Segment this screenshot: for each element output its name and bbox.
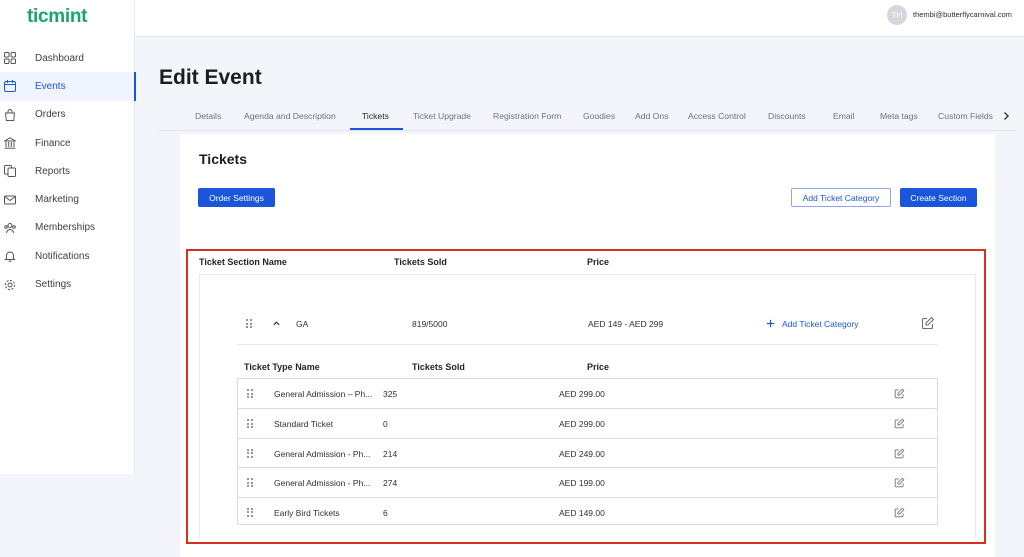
tickets-title: Tickets (199, 151, 247, 167)
sidebar-item-events[interactable]: Events (0, 72, 136, 101)
highlight-box (186, 249, 986, 544)
tab-custom-fields[interactable]: Custom Fields (938, 111, 996, 121)
sidebar-item-orders[interactable]: Orders (0, 101, 135, 129)
bag-icon (4, 108, 16, 121)
users-icon (4, 222, 16, 234)
grid-icon (4, 52, 16, 65)
bell-icon (4, 251, 16, 263)
tab-details[interactable]: Details (195, 111, 221, 121)
chevron-right-icon[interactable] (1000, 110, 1012, 122)
tab-meta-tags[interactable]: Meta tags (880, 111, 918, 121)
tab-email[interactable]: Email (833, 111, 855, 121)
bank-icon (4, 137, 16, 149)
sidebar-item-label: Settings (35, 279, 72, 291)
create-section-button[interactable]: Create Section (900, 188, 977, 207)
event-tabs: Details Agenda and Description Tickets T… (159, 104, 1016, 131)
sidebar-item-label: Orders (35, 109, 66, 121)
sidebar-item-memberships[interactable]: Memberships (0, 214, 135, 242)
tab-registration-form[interactable]: Registration Form (493, 111, 561, 121)
sidebar-item-finance[interactable]: Finance (0, 129, 135, 157)
sidebar-item-label: Finance (35, 137, 71, 149)
add-ticket-category-button[interactable]: Add Ticket Category (791, 188, 891, 207)
calendar-icon (4, 80, 16, 93)
order-settings-button[interactable]: Order Settings (198, 188, 275, 207)
sidebar-nav: Dashboard Events Orders Finance Reports … (0, 44, 136, 299)
sidebar-item-reports[interactable]: Reports (0, 157, 135, 185)
tab-agenda-description[interactable]: Agenda and Description (244, 111, 336, 121)
sidebar-item-label: Memberships (35, 222, 96, 234)
sidebar-item-settings[interactable]: Settings (0, 270, 135, 298)
mail-icon (4, 195, 16, 205)
tab-add-ons[interactable]: Add Ons (635, 111, 668, 121)
sidebar-item-label: Events (35, 80, 66, 92)
tab-ticket-upgrade[interactable]: Ticket Upgrade (413, 111, 471, 121)
user-email[interactable]: thembi@butterflycarnival.com (913, 10, 1012, 19)
sidebar-item-notifications[interactable]: Notifications (0, 242, 135, 270)
tab-access-control[interactable]: Access Control (688, 111, 746, 121)
app-logo[interactable]: ticmint (27, 6, 87, 28)
sidebar-item-label: Notifications (35, 250, 90, 262)
sidebar-item-marketing[interactable]: Marketing (0, 185, 135, 213)
gear-icon (4, 279, 16, 290)
sidebar: ticmint Dashboard Events Orders Finance … (0, 0, 136, 474)
sidebar-item-label: Marketing (35, 194, 79, 206)
sidebar-item-dashboard[interactable]: Dashboard (0, 44, 135, 72)
tab-goodies[interactable]: Goodies (583, 111, 615, 121)
page-title: Edit Event (159, 66, 262, 89)
document-copy-icon (4, 165, 16, 178)
tab-tickets[interactable]: Tickets (362, 111, 389, 121)
tab-discounts[interactable]: Discounts (768, 111, 806, 121)
sidebar-item-label: Dashboard (35, 52, 84, 64)
active-tab-indicator (350, 128, 403, 130)
sidebar-item-label: Reports (35, 165, 71, 177)
avatar[interactable]: TH (887, 5, 907, 25)
